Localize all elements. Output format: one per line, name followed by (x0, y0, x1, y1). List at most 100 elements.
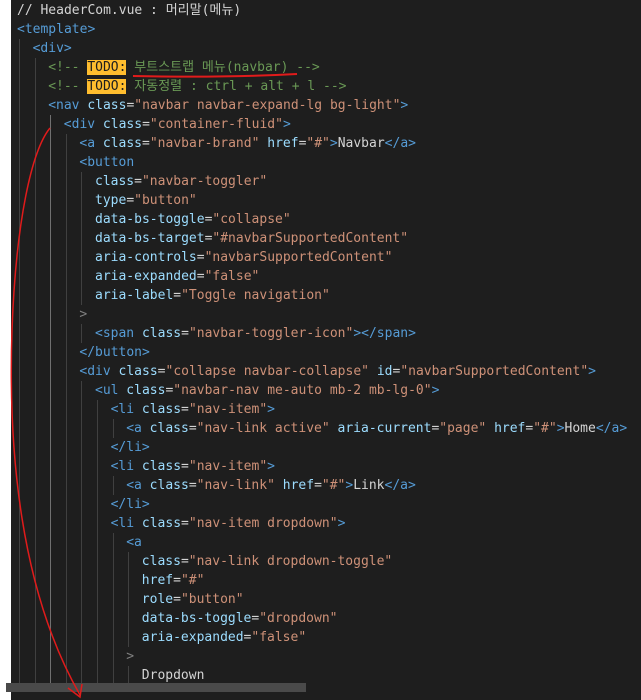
code-line: <!-- TODO: 자동정렬 : ctrl + alt + l --> (48, 77, 347, 96)
code-token: = (196, 250, 205, 265)
code-line: <div class="collapse navbar-collapse" id… (79, 362, 596, 381)
code-token: > (267, 459, 275, 474)
code-token: "navbarSupportedContent" (400, 364, 589, 379)
code-token: "page" (439, 421, 487, 436)
code-token: <div (63, 117, 96, 132)
code-token: data-bs-target (95, 231, 205, 246)
indent-guide (112, 419, 114, 438)
code-line: </li> (111, 495, 150, 514)
code-token: <ul (95, 383, 119, 398)
code-token: <nav (48, 98, 80, 113)
code-token: "nav-link active" (196, 421, 330, 436)
code-line: // HeaderCom.vue : 머리말(메뉴) (17, 1, 241, 20)
code-token: "navbar-brand" (149, 136, 260, 151)
code-token: </button> (79, 345, 150, 360)
code-token: > (267, 402, 275, 417)
code-token: 자동정렬 : ctrl + alt + l --> (126, 79, 347, 94)
code-token: = (181, 459, 189, 474)
code-token: class (134, 402, 182, 417)
code-token: "navbar-toggler-icon" (188, 326, 354, 341)
code-token: > (588, 364, 596, 379)
code-line: data-bs-target="#navbarSupportedContent" (95, 229, 408, 248)
code-token: "false" (251, 630, 307, 645)
code-token: = (181, 326, 189, 341)
code-token: "navbarSupportedContent" (204, 250, 393, 265)
code-token: aria-controls (95, 250, 197, 265)
code-token: = (173, 573, 181, 588)
indent-guide (50, 115, 52, 685)
code-token: type (95, 193, 127, 208)
code-line: </li> (111, 438, 150, 457)
code-token: <a (126, 535, 142, 550)
code-token: // HeaderCom.vue : 머리말(메뉴) (17, 3, 242, 18)
indent-guide (81, 324, 83, 343)
code-token: > (329, 136, 338, 151)
code-token: Link (353, 478, 385, 493)
code-token: <div (79, 364, 111, 379)
code-token: = (196, 269, 205, 284)
code-line: aria-expanded="false" (142, 628, 306, 647)
code-token: "dropdown" (259, 611, 338, 626)
code-token: href (141, 573, 174, 588)
code-token: class (110, 364, 158, 379)
code-line: class="navbar-toggler" (95, 172, 267, 191)
code-line: type="button" (95, 191, 197, 210)
code-token: > (282, 117, 291, 132)
code-token: Dropdown (141, 668, 205, 683)
code-token: = (188, 478, 197, 493)
code-line: <nav class="navbar navbar-expand-lg bg-l… (48, 96, 408, 115)
code-token: > (556, 421, 565, 436)
code-token: = (188, 421, 197, 436)
code-line: <div class="container-fluid"> (64, 115, 291, 134)
indent-guide (112, 533, 114, 685)
code-token: > (126, 649, 135, 664)
code-token: <li (110, 459, 135, 474)
code-line: <a class="nav-link" href="#">Link</a> (126, 476, 416, 495)
code-token: data-bs-toggle (141, 611, 252, 626)
indent-guide (34, 58, 36, 685)
code-token: Home (564, 421, 596, 436)
horizontal-scrollbar[interactable] (6, 683, 306, 692)
code-area[interactable]: // HeaderCom.vue : 머리말(메뉴) <template> <div… (11, 0, 641, 700)
code-line: <ul class="navbar-nav me-auto mb-2 mb-lg… (95, 381, 439, 400)
code-line: > (126, 647, 134, 666)
code-token: class (118, 383, 166, 398)
indent-guide (112, 476, 114, 495)
code-token: <li (110, 516, 135, 531)
code-token: "nav-link dropdown-toggle" (188, 554, 393, 569)
code-line: aria-controls="navbarSupportedContent" (95, 248, 392, 267)
code-token: "nav-link" (196, 478, 275, 493)
code-line: <a class="navbar-brand" href="#">Navbar<… (79, 134, 416, 153)
code-token: <div> (32, 41, 72, 56)
code-token: "collapse" (212, 212, 291, 227)
code-token: class (95, 136, 143, 151)
code-editor[interactable]: // HeaderCom.vue : 머리말(메뉴) <template> <div… (0, 0, 641, 700)
code-token: class (141, 421, 189, 436)
code-token: </a> (384, 478, 416, 493)
code-token: </a> (595, 421, 628, 436)
code-line: <template> (17, 20, 95, 39)
code-token: </li> (110, 440, 150, 455)
code-token: class (95, 174, 135, 189)
code-token: href (486, 421, 526, 436)
code-line: <li class="nav-item"> (111, 457, 275, 476)
code-token: 부트스트랩 메뉴(navbar) --> (126, 60, 320, 75)
code-token: <button (79, 155, 135, 170)
code-token: > (400, 98, 409, 113)
code-token: ></span> (353, 326, 416, 341)
code-token: Navbar (337, 136, 385, 151)
code-line: <span class="navbar-toggler-icon"></span… (95, 324, 416, 343)
code-token: TODO: (87, 60, 127, 75)
code-token: "false" (204, 269, 260, 284)
code-line: aria-expanded="false" (95, 267, 259, 286)
code-token: <!-- (48, 79, 88, 94)
indent-guide (81, 172, 83, 305)
indent-guide (19, 39, 20, 685)
code-token: = (134, 174, 142, 189)
code-token: = (142, 117, 150, 132)
code-token: data-bs-toggle (95, 212, 205, 227)
code-token: "button" (134, 193, 197, 208)
code-token: "navbar-nav me-auto mb-2 mb-lg-0" (173, 383, 432, 398)
code-token: class (134, 516, 182, 531)
code-token: <!-- (48, 60, 88, 75)
